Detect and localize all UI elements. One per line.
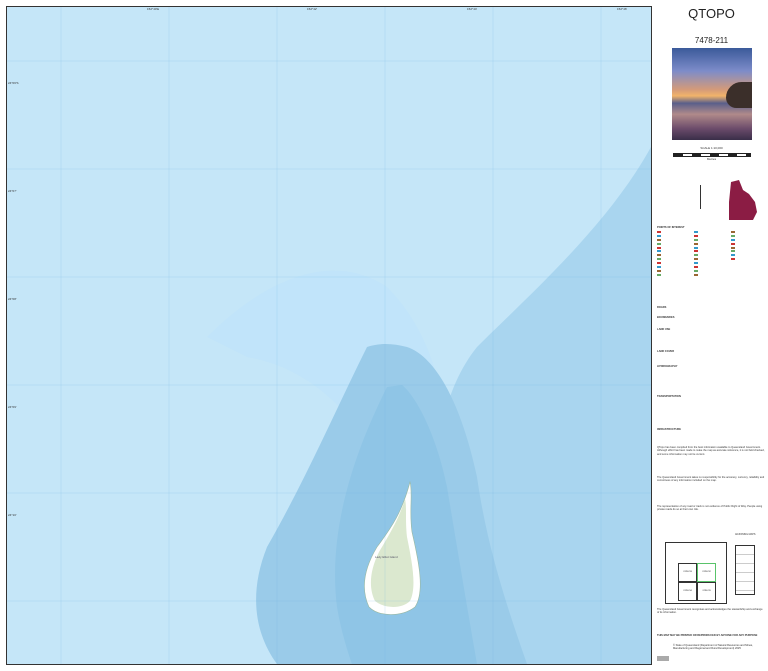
adjoining-sheet: 7478-211 (697, 582, 716, 601)
legend-col-3 (731, 231, 767, 303)
copyright: © State of Queensland (Department of Nat… (673, 644, 753, 651)
disclaimer-1: QTopo has been compiled from the best in… (657, 446, 765, 456)
fold-diagram (735, 545, 755, 595)
map-title: QTOPO (688, 6, 735, 21)
top-tick-1: 152°40'E (147, 7, 160, 11)
top-tick-3: 152°44' (467, 7, 478, 11)
scale-unit: Metres (706, 157, 717, 161)
adjoining-maps-label: ADJOINING MAPS (735, 533, 756, 536)
legend-hydrography: HYDROGRAPHY (657, 365, 678, 368)
disclaimer-3: The representation of any road or track … (657, 505, 763, 512)
adjoining-sheet: 7478-214 (678, 582, 697, 601)
footer-note: THIS MAP MAY BE PRINTED OR REPRODUCED BY… (657, 634, 758, 637)
legend-roads: ROADS (657, 306, 667, 309)
left-tick-4: 24°09' (8, 405, 17, 409)
adjoining-sheet: 7478-213 (678, 563, 697, 582)
cover-photo (672, 48, 752, 140)
queensland-inset-map (727, 180, 759, 222)
legend-col-2 (694, 231, 730, 303)
photo-headland (726, 82, 752, 108)
license-badge (657, 656, 669, 661)
scale-text: SCALE 1:10,000 (700, 146, 723, 150)
disclaimer-2: The Queensland Government takes no respo… (657, 476, 765, 483)
left-tick-3: 24°08' (8, 297, 17, 301)
left-tick-5: 24°10' (8, 513, 17, 517)
legend-col-1 (657, 231, 693, 303)
info-panel: QTOPO 7478-211 SCALE 1:10,000 Metres POI… (655, 0, 768, 671)
top-tick-4: 152°46' (617, 7, 628, 11)
legend-boundaries: BOUNDARIES (657, 316, 675, 319)
island-label: Lady Elliot Island (375, 555, 398, 559)
legend-land-use: LAND USE (657, 328, 671, 331)
north-arrow (700, 185, 701, 209)
acknowledgement: The Queensland Government recognises and… (657, 608, 763, 615)
sheet-number: 7478-211 (694, 36, 729, 45)
legend-land-cover: LAND COVER (657, 350, 675, 353)
current-sheet: 7478-212 (697, 563, 716, 582)
left-tick-1: 24°06'S (8, 81, 19, 85)
map-canvas[interactable] (7, 7, 651, 664)
adjoining-maps-grid: 7478-213 7478-212 7478-214 7478-211 (665, 542, 727, 604)
legend-heading: POINTS OF INTEREST (657, 226, 685, 229)
left-tick-2: 24°07' (8, 189, 17, 193)
legend-infrastructure: INFRASTRUCTURE (657, 428, 681, 431)
top-tick-2: 152°42' (307, 7, 318, 11)
legend-transportation: TRANSPORTATION (657, 395, 681, 398)
map-frame[interactable]: 152°40'E 152°42' 152°44' 152°46' 24°06'S… (6, 6, 652, 665)
